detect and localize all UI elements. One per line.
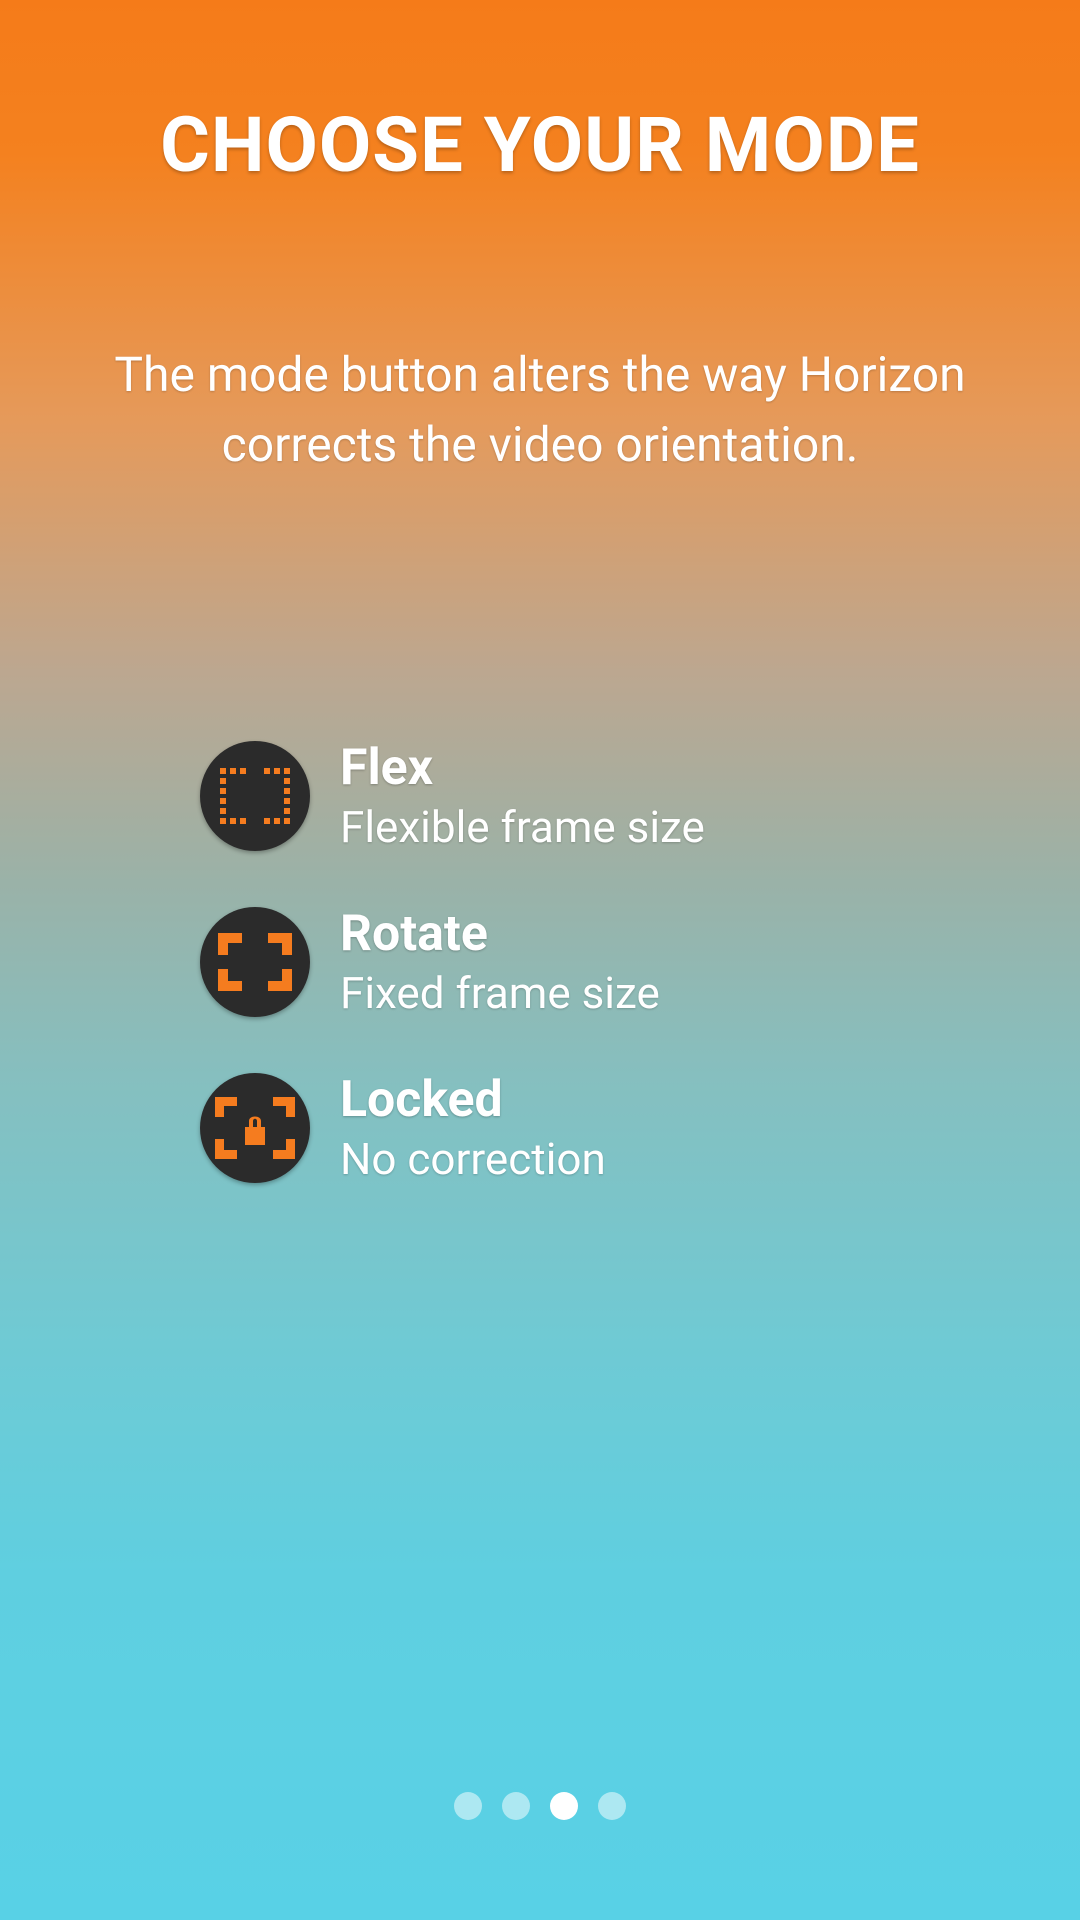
mode-text: Flex Flexible frame size	[340, 739, 705, 853]
mode-text: Rotate Fixed frame size	[340, 905, 660, 1019]
mode-list: Flex Flexible frame size Rotate	[0, 739, 705, 1185]
mode-item-flex[interactable]: Flex Flexible frame size	[200, 739, 705, 853]
rotate-bracket-icon	[200, 907, 310, 1017]
pager-dot-3[interactable]	[550, 1792, 578, 1820]
flex-bracket-icon	[200, 741, 310, 851]
pager-dot-2[interactable]	[502, 1792, 530, 1820]
mode-text: Locked No correction	[340, 1071, 606, 1185]
page-indicator	[454, 1792, 626, 1820]
mode-title: Rotate	[340, 905, 660, 963]
mode-subtitle: Flexible frame size	[340, 801, 705, 853]
page-description: The mode button alters the way Horizon c…	[0, 340, 1080, 479]
mode-subtitle: Fixed frame size	[340, 967, 660, 1019]
pager-dot-1[interactable]	[454, 1792, 482, 1820]
mode-item-locked[interactable]: Locked No correction	[200, 1071, 705, 1185]
mode-subtitle: No correction	[340, 1133, 606, 1185]
pager-dot-4[interactable]	[598, 1792, 626, 1820]
mode-title: Flex	[340, 739, 705, 797]
mode-title: Locked	[340, 1071, 606, 1129]
onboarding-screen[interactable]: CHOOSE YOUR MODE The mode button alters …	[0, 0, 1080, 1920]
mode-item-rotate[interactable]: Rotate Fixed frame size	[200, 905, 705, 1019]
locked-bracket-icon	[200, 1073, 310, 1183]
page-title: CHOOSE YOUR MODE	[160, 100, 920, 190]
